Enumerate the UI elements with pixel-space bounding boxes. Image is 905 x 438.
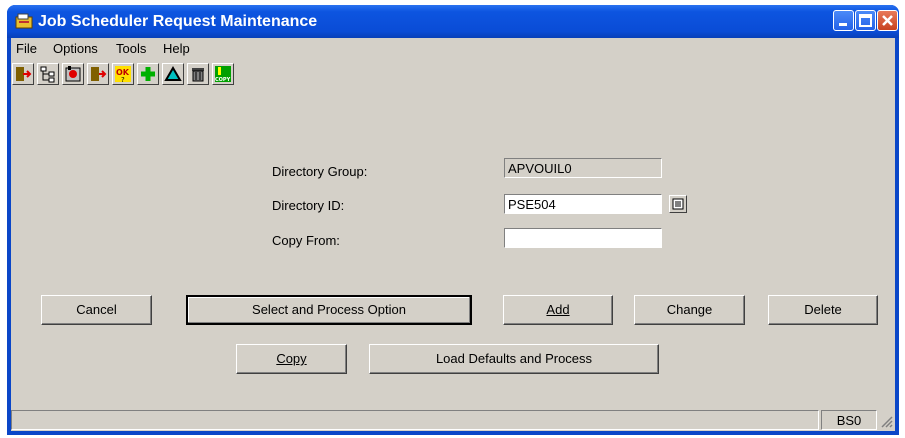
copy-icon-text: COPY: [215, 77, 231, 83]
load-defaults-label: Load Defaults and Process: [435, 351, 593, 366]
minimize-button[interactable]: [833, 10, 854, 31]
copy-button[interactable]: Copy: [236, 344, 347, 374]
cancel-button-label: Cancel: [76, 302, 117, 317]
menu-file[interactable]: File: [16, 41, 37, 56]
add-tool[interactable]: [137, 63, 159, 85]
add-button-label: Add: [546, 302, 570, 317]
directory-group-field: APVOUIL0: [504, 158, 662, 178]
select-process-button[interactable]: Select and Process Option: [186, 295, 472, 325]
copy-from-label: Copy From:: [272, 233, 340, 248]
lookup-button[interactable]: [669, 195, 687, 213]
exit-door-icon: [16, 67, 32, 81]
directory-id-label: Directory ID:: [272, 198, 345, 213]
change-button[interactable]: Change: [634, 295, 745, 325]
minimize-icon: [839, 23, 847, 26]
directory-id-field[interactable]: PSE504: [504, 194, 662, 214]
client-area: File Options Tools Help OK? COPY Directo…: [11, 38, 895, 431]
list-icon: [672, 198, 684, 210]
directory-group-label: Directory Group:: [272, 164, 368, 179]
status-bar: BS0: [11, 408, 895, 431]
schedule-tool[interactable]: [62, 63, 84, 85]
exit-tool[interactable]: [12, 63, 34, 85]
copy-button-label: Copy: [276, 351, 307, 366]
status-code-pane: BS0: [821, 410, 877, 430]
change-tool[interactable]: [162, 63, 184, 85]
process-door-icon: [91, 67, 107, 81]
status-message-pane: [11, 410, 819, 430]
plus-icon: [141, 67, 155, 81]
schedule-icon: [65, 66, 81, 82]
change-button-label: Change: [666, 302, 713, 317]
menu-options[interactable]: Options: [53, 41, 98, 56]
close-button[interactable]: [877, 10, 898, 31]
menu-bar: File Options Tools Help: [11, 38, 895, 58]
delete-button-label: Delete: [804, 302, 842, 317]
delta-icon: [164, 66, 182, 81]
ok-tool[interactable]: OK?: [112, 63, 134, 85]
tree-icon: [40, 66, 55, 83]
tree-tool[interactable]: [37, 63, 59, 85]
main-window: Job Scheduler Request Maintenance File O…: [7, 5, 899, 435]
resize-grip-icon[interactable]: [879, 414, 893, 428]
window-title: Job Scheduler Request Maintenance: [38, 13, 318, 30]
ok-icon: OK?: [115, 66, 131, 83]
close-icon: [882, 15, 893, 26]
menu-help[interactable]: Help: [163, 41, 190, 56]
title-bar[interactable]: Job Scheduler Request Maintenance: [7, 5, 899, 38]
delete-tool[interactable]: [187, 63, 209, 85]
maximize-button[interactable]: [855, 10, 876, 31]
menu-tools[interactable]: Tools: [116, 41, 146, 56]
load-defaults-button[interactable]: Load Defaults and Process: [369, 344, 659, 374]
add-button[interactable]: Add: [503, 295, 613, 325]
cancel-button[interactable]: Cancel: [41, 295, 152, 325]
app-icon: [15, 13, 33, 29]
copy-tool[interactable]: COPY: [212, 63, 234, 85]
trash-icon: [192, 68, 204, 82]
process-tool[interactable]: [87, 63, 109, 85]
delete-button[interactable]: Delete: [768, 295, 878, 325]
select-process-label: Select and Process Option: [252, 302, 406, 317]
maximize-icon: [859, 14, 872, 27]
copy-icon: COPY: [215, 66, 231, 83]
copy-from-field[interactable]: [504, 228, 662, 248]
svg-text:?: ?: [121, 76, 125, 83]
